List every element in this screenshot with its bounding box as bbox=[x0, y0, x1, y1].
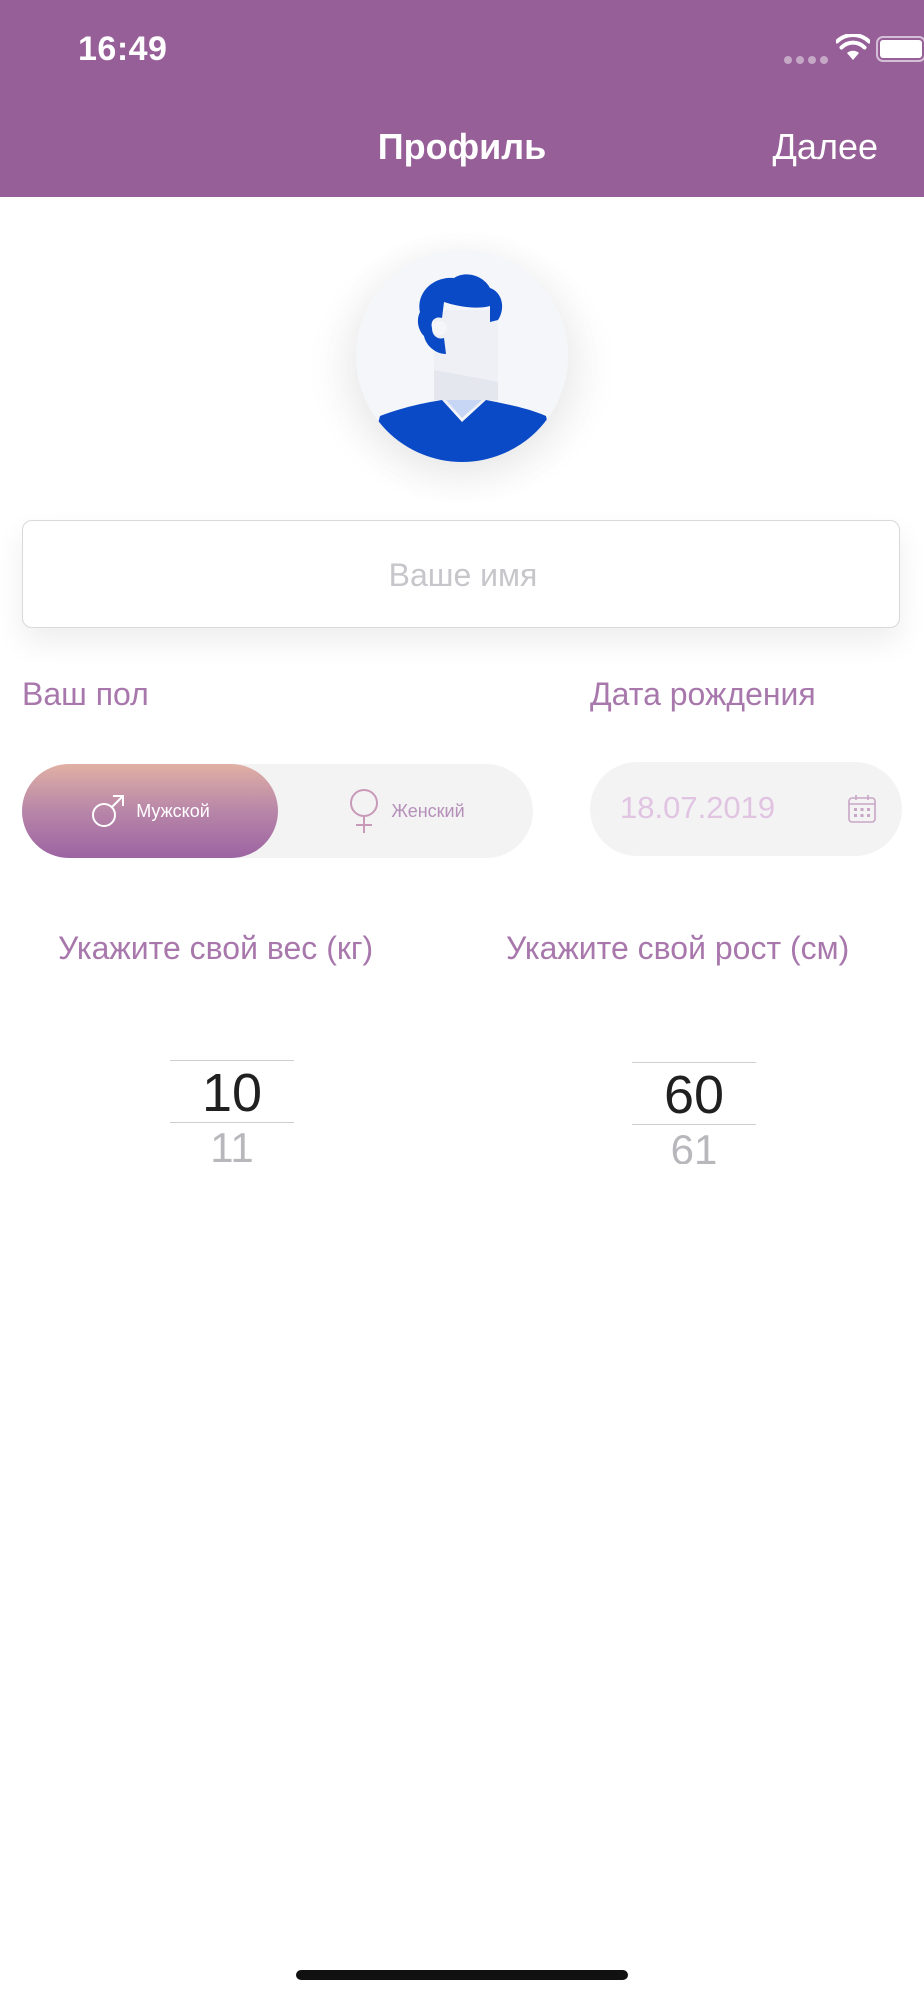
birthdate-label: Дата рождения bbox=[590, 676, 816, 712]
battery-icon bbox=[876, 36, 924, 62]
gender-female-label: Женский bbox=[391, 800, 465, 821]
height-label: Укажите свой рост (см) bbox=[506, 930, 850, 966]
calendar-icon bbox=[848, 795, 876, 823]
female-symbol-icon bbox=[350, 789, 379, 833]
header-bar: 16:49 Профиль Далее bbox=[0, 0, 924, 197]
gender-male-label: Мужской bbox=[136, 800, 210, 821]
birthdate-value: 18.07.2019 bbox=[620, 790, 776, 825]
wifi-icon bbox=[836, 34, 870, 60]
gender-toggle: Мужской Женский bbox=[22, 764, 533, 858]
avatar[interactable] bbox=[356, 250, 568, 462]
gender-label: Ваш пол bbox=[22, 676, 149, 712]
name-input[interactable] bbox=[23, 521, 903, 629]
gender-option-female[interactable]: Женский bbox=[278, 764, 534, 858]
birthdate-field[interactable]: 18.07.2019 bbox=[590, 762, 902, 856]
height-picker-next: 61 bbox=[670, 1126, 718, 1164]
home-indicator bbox=[296, 1970, 628, 1980]
height-picker[interactable]: 60 61 bbox=[632, 1062, 756, 1182]
weight-picker-next: 11 bbox=[210, 1124, 254, 1162]
male-avatar-icon bbox=[356, 250, 568, 462]
next-button[interactable]: Далее bbox=[773, 126, 878, 168]
weight-label: Укажите свой вес (кг) bbox=[58, 930, 374, 966]
gender-option-male[interactable]: Мужской bbox=[22, 764, 278, 858]
cellular-signal-icon bbox=[784, 56, 828, 64]
status-time: 16:49 bbox=[78, 30, 168, 68]
height-picker-selected: 60 bbox=[663, 1065, 725, 1125]
name-field[interactable] bbox=[22, 520, 903, 629]
weight-picker-selected: 10 bbox=[201, 1063, 263, 1123]
weight-picker[interactable]: 10 11 bbox=[170, 1060, 294, 1180]
male-symbol-icon bbox=[92, 795, 125, 827]
